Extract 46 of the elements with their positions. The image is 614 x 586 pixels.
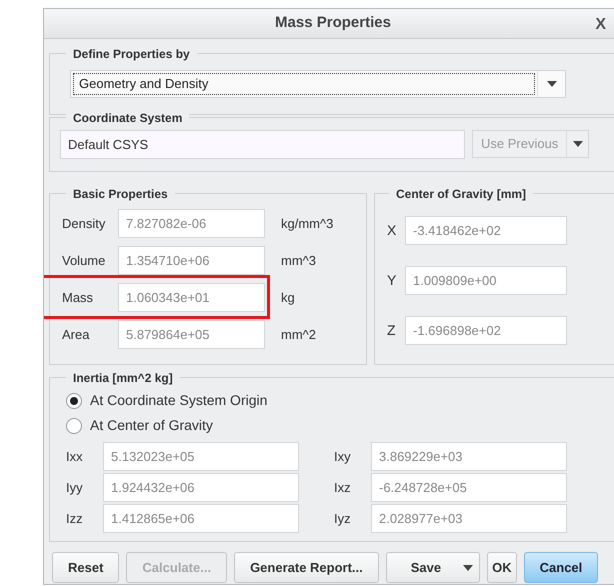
axis-label: Z — [387, 321, 397, 340]
field-label: Ixx — [66, 448, 84, 466]
axis-label: X — [387, 221, 398, 240]
field-label: Density — [62, 214, 106, 233]
unit-label: mm^3 — [281, 252, 316, 270]
field-label: Mass — [62, 288, 94, 307]
text-field[interactable]: 5.879864e+05 — [118, 320, 265, 349]
text-field[interactable]: 1.412865e+06 — [103, 504, 299, 533]
radio-label[interactable]: At Coordinate System Origin — [90, 390, 268, 411]
window-title: Mass Properties — [275, 13, 391, 34]
save-button[interactable]: Save — [386, 552, 480, 583]
caret-icon — [546, 81, 556, 87]
text-field[interactable]: -1.696898e+02 — [405, 316, 567, 345]
close-button[interactable]: X — [595, 13, 606, 37]
axis-label: Y — [387, 271, 398, 290]
text-field[interactable]: 1.354710e+06 — [118, 246, 265, 275]
caret-icon — [572, 141, 583, 147]
field-label: Iyz — [334, 510, 352, 528]
field-label: Area — [62, 326, 90, 344]
text-field[interactable]: 1.924432e+06 — [103, 473, 299, 502]
dropdown[interactable]: Geometry and Density — [70, 70, 566, 98]
unit-label: kg — [281, 288, 295, 307]
text-field[interactable]: 3.869229e+03 — [371, 442, 567, 471]
text-field[interactable]: 5.132023e+05 — [103, 442, 299, 471]
unit-label: kg/mm^3 — [281, 214, 334, 233]
field-label: Iyy — [66, 478, 84, 497]
field-label: Ixz — [334, 478, 352, 497]
text-field[interactable]: 2.028977e+03 — [371, 504, 567, 533]
field-label: Ixy — [334, 448, 352, 466]
unit-label: mm^2 — [281, 326, 316, 344]
radio-button[interactable] — [66, 392, 82, 408]
text-field[interactable]: 1.009809e+00 — [405, 266, 567, 295]
text-field[interactable]: Default CSYS — [60, 130, 465, 159]
dialog-button[interactable]: OK — [487, 552, 517, 583]
dialog-button[interactable]: Generate Report... — [234, 552, 379, 583]
dialog-button[interactable]: Cancel — [524, 552, 598, 583]
text-field[interactable]: -3.418462e+02 — [405, 216, 567, 245]
text-field[interactable]: -6.248728e+05 — [371, 473, 567, 502]
text-field[interactable]: 1.060343e+01 — [118, 283, 265, 312]
radio-button[interactable] — [66, 418, 82, 434]
dialog-button[interactable]: Reset — [52, 552, 120, 583]
field-label: Volume — [62, 252, 106, 270]
field-label: Izz — [66, 510, 84, 528]
caret-icon — [463, 564, 474, 570]
radio-label[interactable]: At Center of Gravity — [90, 415, 213, 436]
text-field[interactable]: 7.827082e-06 — [118, 209, 265, 238]
